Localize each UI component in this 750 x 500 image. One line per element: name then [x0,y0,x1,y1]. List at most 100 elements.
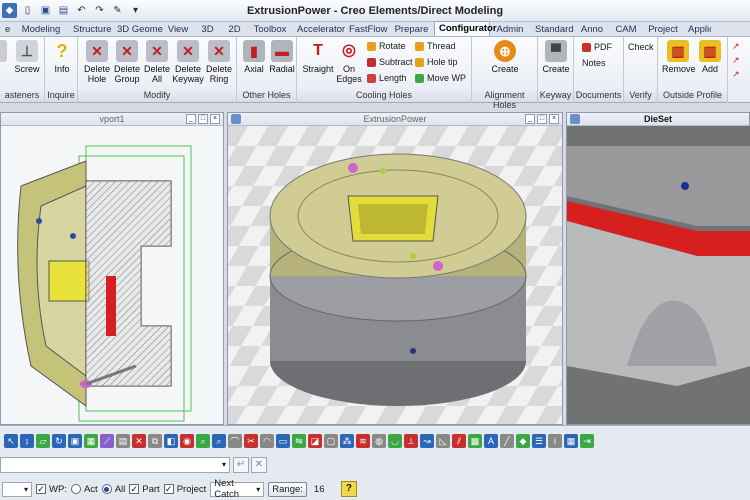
extra-tool-2-icon[interactable]: ↗ [732,55,740,66]
delete-hole-button[interactable]: ✕ Delete Hole [83,40,111,84]
color-icon[interactable]: ◆ [516,434,530,448]
add-button[interactable]: ▥ Add [696,40,724,74]
tab-accelerator[interactable]: Accelerator [292,22,345,36]
layer-icon[interactable]: ☰ [532,434,546,448]
delete-keyway-button[interactable]: ✕ Delete Keyway [172,40,204,84]
wp-checkbox[interactable]: ✓ [36,484,46,494]
catch-mode-select[interactable]: Next Catch ▾ [210,478,265,500]
sweep-icon[interactable]: ↝ [420,434,434,448]
move-icon[interactable]: ↕ [20,434,34,448]
extrude-icon[interactable]: ▭ [276,434,290,448]
on-edges-button[interactable]: ◎ On Edges [335,40,363,85]
viewport-extrusionpower[interactable]: ExtrusionPower _ □ × [227,112,563,425]
imprint-icon[interactable]: ▩ [468,434,482,448]
shell-icon[interactable]: ▢ [324,434,338,448]
tab-standard[interactable]: Standard [530,22,575,36]
tab-project[interactable]: Project [643,22,683,36]
arc-icon[interactable]: ⌒ [228,434,242,448]
tab-prepare[interactable]: Prepare [389,22,434,36]
enter-button[interactable]: ↵ [233,457,249,473]
viewport-dieset[interactable]: DieSet [566,112,750,425]
pattern-icon[interactable]: ⁂ [340,434,354,448]
tab-modeling[interactable]: Modeling [14,22,68,36]
command-input[interactable]: ▾ [0,457,230,473]
search-icon[interactable]: ⌕ [212,434,226,448]
tab-e[interactable]: e [0,22,14,36]
box-icon[interactable]: ▣ [68,434,82,448]
thread-icon[interactable]: ≋ [356,434,370,448]
tab-applications[interactable]: Applic [683,22,712,36]
tab-fastflow[interactable]: FastFlow [344,22,389,36]
delete-ring-button[interactable]: ✕ Delete Ring [205,40,233,84]
project-toggle[interactable]: ✓ Project [163,484,206,495]
range-value[interactable]: 16 [311,482,337,497]
blend-icon[interactable]: ◠ [260,434,274,448]
zoom-icon[interactable]: ⌕ [196,434,210,448]
straight-button[interactable]: T Straight [301,40,335,75]
tab-anno[interactable]: Anno [575,22,609,36]
delete-all-button[interactable]: ✕ Delete All [143,40,171,84]
fastener-button[interactable] [0,40,8,64]
act-radio[interactable] [70,484,81,494]
info-button[interactable]: ? Info [49,40,75,74]
move-wp-button[interactable]: Move WP [415,73,466,83]
extra-tool-1-icon[interactable]: ↗ [732,41,740,52]
axial-button[interactable]: ▮ Axial [240,40,268,74]
tab-3d-geometry[interactable]: 3D Geome [112,22,163,36]
project-checkbox[interactable]: ✓ [163,484,174,494]
close-icon[interactable]: × [549,114,559,124]
wp-toggle[interactable]: ✓ WP: [36,484,67,495]
exit-icon[interactable]: ⇥ [580,434,594,448]
extra-tool-3-icon[interactable]: ↗ [732,69,740,80]
tab-cam[interactable]: CAM [609,22,643,36]
remove-button[interactable]: ▥ Remove [662,40,696,74]
notes-button[interactable]: Notes [582,58,606,68]
maximize-icon[interactable]: □ [537,114,547,124]
stamp-icon[interactable]: ◍ [372,434,386,448]
all-option[interactable]: All [101,484,125,495]
act-option[interactable]: Act [70,484,98,495]
part-toggle[interactable]: ✓ Part [129,484,160,495]
selection-filter[interactable]: ▾ [2,481,32,497]
tab-2d[interactable]: 2D [221,22,248,36]
part-icon[interactable]: ◧ [164,434,178,448]
rotate-button[interactable]: Rotate [367,41,406,51]
maximize-icon[interactable]: □ [198,114,208,124]
info-icon[interactable]: i [548,434,562,448]
view-icon[interactable]: ▦ [84,434,98,448]
screw-button[interactable]: ⊥ Screw [12,40,42,74]
viewport-vport1[interactable]: vport1 _ □ × [0,112,224,425]
range-button[interactable]: Range: [268,481,307,497]
grid-icon[interactable]: ▦ [564,434,578,448]
subtract-button[interactable]: Subtract [367,57,413,67]
tab-view[interactable]: View [162,22,194,36]
help-button[interactable]: ? [340,481,357,497]
dimension-icon[interactable]: ▤ [116,434,130,448]
check-button[interactable]: Check [628,42,654,52]
minimize-icon[interactable]: _ [186,114,196,124]
mirror-icon[interactable]: ⇋ [292,434,306,448]
part-checkbox[interactable]: ✓ [129,484,140,494]
label-icon[interactable]: A [484,434,498,448]
cancel-button[interactable]: ✕ [251,457,267,473]
alignment-create-button[interactable]: ⊕ Create [489,40,521,74]
trim-icon[interactable]: ⟂ [404,434,418,448]
length-button[interactable]: Length [367,73,407,83]
fillet-icon[interactable]: ◡ [388,434,402,448]
workplane-icon[interactable]: ▱ [36,434,50,448]
tab-structure[interactable]: Structure [68,22,112,36]
pdf-button[interactable]: PDF [582,42,612,52]
taper-icon[interactable]: ◺ [436,434,450,448]
hole-tip-button[interactable]: Hole tip [415,57,458,67]
measure-icon[interactable]: ⟋ [100,434,114,448]
rotate-icon[interactable]: ↻ [52,434,66,448]
tab-3d[interactable]: 3D [194,22,221,36]
delete-icon[interactable]: ✕ [132,434,146,448]
copy-icon[interactable]: ⧉ [148,434,162,448]
radial-button[interactable]: ▬ Radial [268,40,296,74]
tab-admin[interactable]: Admin [490,22,530,36]
close-icon[interactable]: × [210,114,220,124]
hole-icon[interactable]: ◉ [180,434,194,448]
line-icon[interactable]: ╱ [500,434,514,448]
tab-configurator[interactable]: Configurator [434,21,497,36]
